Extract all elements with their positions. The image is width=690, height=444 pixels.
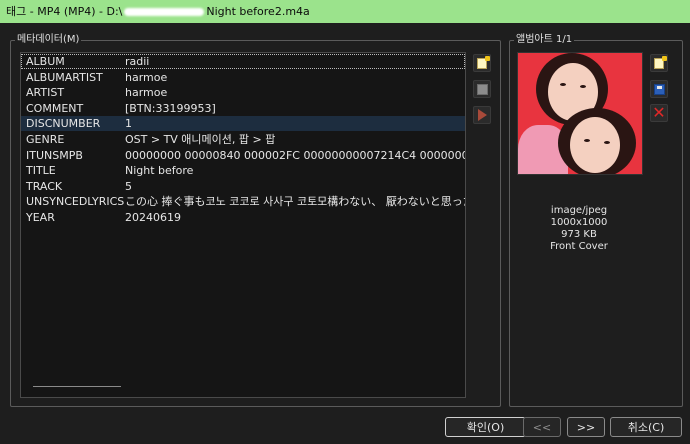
art-dimensions: 1000x1000 xyxy=(550,217,608,228)
add-art-button[interactable] xyxy=(650,54,668,72)
prev-button[interactable]: << xyxy=(523,417,561,437)
art-eye xyxy=(604,141,610,144)
table-row[interactable]: TRACK 5 xyxy=(21,179,465,194)
cancel-button[interactable]: 취소(C) xyxy=(610,417,682,437)
window-title-suffix: Night before2.m4a xyxy=(206,5,310,18)
horizontal-scrollbar[interactable] xyxy=(33,386,121,387)
field-value: 20240619 xyxy=(125,211,181,224)
window-titlebar: 태그 - MP4 (MP4) - D:\ Night before2.m4a xyxy=(0,0,690,23)
add-field-icon xyxy=(477,55,490,69)
album-art-group-label: 앨범아트 1/1 xyxy=(514,33,575,47)
field-value: harmoe xyxy=(125,86,168,100)
add-art-icon xyxy=(654,55,667,69)
metadata-list[interactable]: ALBUM radii ALBUMARTIST harmoe ARTIST harmoe C… xyxy=(20,52,466,398)
art-eye xyxy=(580,85,586,88)
art-eye xyxy=(584,139,590,142)
delete-x-icon: ✕ xyxy=(652,103,666,122)
field-value: radii xyxy=(125,55,150,68)
ok-button[interactable]: 확인(O) xyxy=(445,417,526,437)
field-value: 1 xyxy=(125,117,132,131)
field-value: [BTN:33199953] xyxy=(125,101,216,115)
art-size: 973 KB xyxy=(561,229,597,240)
field-key: DISCNUMBER xyxy=(26,117,101,131)
field-value: 00000000 00000840 000002FC 0000000000721… xyxy=(125,148,465,162)
field-key: YEAR xyxy=(26,211,55,224)
table-row[interactable]: ARTIST harmoe xyxy=(21,85,465,100)
remove-field-button[interactable] xyxy=(473,106,491,124)
art-eye xyxy=(560,83,566,86)
redacted-path xyxy=(124,8,205,16)
next-button[interactable]: >> xyxy=(567,417,605,437)
art-mime: image/jpeg xyxy=(550,205,608,216)
table-row[interactable]: GENRE OST > TV 애니메이션, 팝 > 팝 xyxy=(21,132,465,147)
field-value: 5 xyxy=(125,179,132,193)
album-art-image[interactable] xyxy=(517,52,643,175)
metadata-group-label: 메타데이터(M) xyxy=(15,33,82,47)
field-key: TRACK xyxy=(26,179,63,193)
field-value: この心 捧ぐ事も코노 코코로 사사구 코토모構わない、 厭わないと思った xyxy=(125,195,465,209)
field-value: OST > TV 애니메이션, 팝 > 팝 xyxy=(125,133,276,146)
table-row[interactable]: TITLE Night before xyxy=(21,163,465,178)
arrow-right-icon xyxy=(477,109,487,121)
save-icon xyxy=(653,83,665,95)
table-row[interactable]: ALBUMARTIST harmoe xyxy=(21,70,465,85)
field-key: ITUNSMPB xyxy=(26,148,83,162)
table-row[interactable]: ALBUM radii xyxy=(21,54,465,69)
field-value: harmoe xyxy=(125,70,168,84)
delete-art-button[interactable]: ✕ xyxy=(650,104,668,122)
field-key: COMMENT xyxy=(26,101,84,115)
table-row[interactable]: DISCNUMBER 1 xyxy=(21,116,465,132)
field-value: Night before xyxy=(125,164,194,178)
field-key: GENRE xyxy=(26,133,65,146)
field-key: ALBUM xyxy=(26,55,65,68)
art-type: Front Cover xyxy=(550,241,608,252)
edit-field-button[interactable] xyxy=(473,80,491,98)
table-row[interactable]: YEAR 20240619 xyxy=(21,210,465,225)
field-key: UNSYNCEDLYRICS xyxy=(26,195,125,209)
field-key: ARTIST xyxy=(26,86,65,100)
table-row[interactable]: UNSYNCEDLYRICS この心 捧ぐ事も코노 코코로 사사구 코토모構わない… xyxy=(21,194,465,209)
table-row[interactable]: COMMENT [BTN:33199953] xyxy=(21,101,465,116)
add-field-button[interactable] xyxy=(473,54,491,72)
window-title-prefix: 태그 - MP4 (MP4) - D:\ xyxy=(6,5,123,18)
save-art-button[interactable] xyxy=(650,80,668,98)
field-key: TITLE xyxy=(26,164,56,178)
edit-field-icon xyxy=(476,83,488,95)
field-key: ALBUMARTIST xyxy=(26,70,103,84)
table-row[interactable]: ITUNSMPB 00000000 00000840 000002FC 0000… xyxy=(21,148,465,163)
art-face-bottom xyxy=(570,117,620,173)
